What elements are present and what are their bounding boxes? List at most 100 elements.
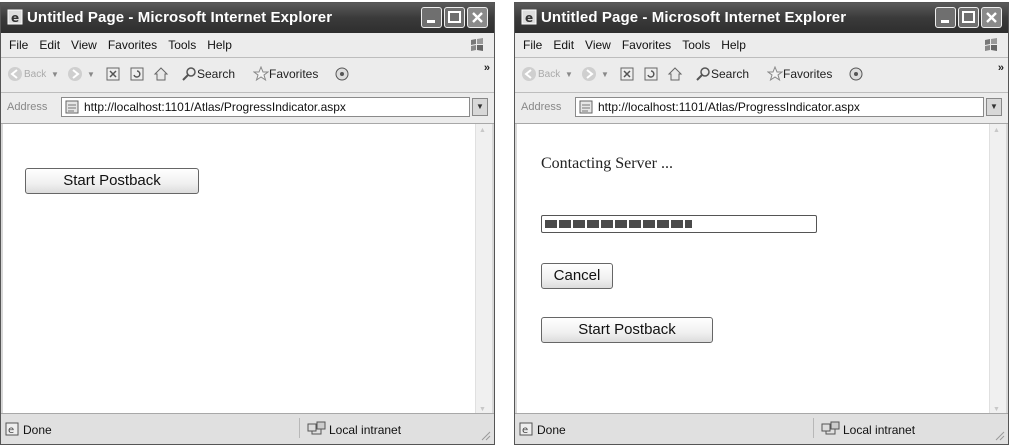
- windows-flag-icon: [471, 38, 483, 51]
- cancel-button[interactable]: Cancel: [541, 263, 613, 289]
- menu-favorites[interactable]: Favorites: [108, 38, 157, 52]
- back-dropdown[interactable]: ▼: [565, 70, 573, 88]
- minimize-button[interactable]: [421, 7, 442, 28]
- local-intranet-icon: [821, 421, 840, 435]
- close-icon: [986, 12, 997, 23]
- star-icon: [252, 65, 270, 82]
- scroll-up-icon[interactable]: ▲: [479, 127, 486, 134]
- stop-button[interactable]: [105, 66, 123, 84]
- menu-file[interactable]: File: [523, 38, 542, 52]
- maximize-button[interactable]: [958, 7, 979, 28]
- vertical-scrollbar[interactable]: ▲ ▼: [989, 124, 1006, 416]
- forward-dropdown[interactable]: ▼: [601, 70, 609, 88]
- menu-help[interactable]: Help: [721, 38, 746, 52]
- start-postback-button[interactable]: Start Postback: [541, 317, 713, 343]
- status-bar: e Done Local intranet: [1, 413, 494, 444]
- menu-edit[interactable]: Edit: [39, 38, 60, 52]
- security-zone: Local intranet: [329, 423, 402, 437]
- standard-toolbar: Back ▼ ▼ Search Favorites »: [1, 58, 494, 93]
- title-bar[interactable]: e Untitled Page - Microsoft Internet Exp…: [515, 3, 1008, 33]
- menu-edit[interactable]: Edit: [553, 38, 574, 52]
- standard-toolbar: Back ▼ ▼ Search Favorites »: [515, 58, 1008, 93]
- media-icon: [849, 67, 863, 81]
- scroll-down-icon[interactable]: ▼: [993, 406, 1000, 413]
- minimize-button[interactable]: [935, 7, 956, 28]
- menu-file[interactable]: File: [9, 38, 28, 52]
- search-button[interactable]: Search: [181, 66, 241, 84]
- menu-tools[interactable]: Tools: [168, 38, 196, 52]
- media-button[interactable]: [848, 66, 866, 84]
- status-text: Done: [537, 423, 566, 437]
- window-title: Untitled Page - Microsoft Internet Explo…: [27, 9, 333, 26]
- back-dropdown[interactable]: ▼: [51, 70, 59, 88]
- stop-button[interactable]: [619, 66, 637, 84]
- forward-button[interactable]: [581, 66, 599, 84]
- refresh-button[interactable]: [129, 66, 147, 84]
- menu-view[interactable]: View: [71, 38, 97, 52]
- scroll-down-icon[interactable]: ▼: [479, 406, 486, 413]
- search-label: Search: [711, 67, 750, 81]
- svg-text:e: e: [11, 11, 19, 25]
- home-button[interactable]: [667, 66, 685, 84]
- back-label: Back: [24, 68, 47, 80]
- menu-view[interactable]: View: [585, 38, 611, 52]
- search-button[interactable]: Search: [695, 66, 755, 84]
- page-done-icon: e: [5, 422, 19, 436]
- back-button[interactable]: Back: [7, 66, 47, 84]
- svg-text:e: e: [8, 425, 14, 436]
- address-label: Address: [7, 101, 48, 113]
- title-bar[interactable]: e Untitled Page - Microsoft Internet Exp…: [1, 3, 494, 33]
- browser-window-progress: e Untitled Page - Microsoft Internet Exp…: [514, 2, 1009, 445]
- home-icon: [153, 67, 169, 81]
- address-bar: Address http://localhost:1101/Atlas/Prog…: [1, 93, 494, 124]
- address-dropdown[interactable]: ▼: [986, 98, 1002, 116]
- search-icon: [182, 67, 196, 81]
- stop-icon: [620, 67, 634, 81]
- back-button[interactable]: Back: [521, 66, 561, 84]
- refresh-button[interactable]: [643, 66, 661, 84]
- forward-button[interactable]: [67, 66, 85, 84]
- page-icon: [65, 100, 79, 114]
- scroll-up-icon[interactable]: ▲: [993, 127, 1000, 134]
- media-icon: [335, 67, 349, 81]
- address-url: http://localhost:1101/Atlas/ProgressIndi…: [598, 100, 860, 114]
- favorites-button[interactable]: Favorites: [766, 65, 842, 84]
- vertical-scrollbar[interactable]: ▲ ▼: [475, 124, 492, 416]
- toolbar-chevron[interactable]: »: [484, 62, 490, 74]
- menu-help[interactable]: Help: [207, 38, 232, 52]
- search-label: Search: [197, 67, 236, 81]
- favorites-button[interactable]: Favorites: [252, 65, 328, 84]
- stop-icon: [106, 67, 120, 81]
- internet-explorer-icon: e: [7, 9, 23, 25]
- address-bar: Address http://localhost:1101/Atlas/Prog…: [515, 93, 1008, 124]
- start-postback-button[interactable]: Start Postback: [25, 168, 199, 194]
- forward-arrow-icon: [582, 67, 596, 81]
- home-button[interactable]: [153, 66, 171, 84]
- close-button[interactable]: [467, 7, 488, 28]
- progress-status-text: Contacting Server ...: [541, 155, 673, 172]
- resize-grip-icon[interactable]: [993, 429, 1005, 441]
- forward-arrow-icon: [68, 67, 82, 81]
- close-icon: [472, 12, 483, 23]
- maximize-icon: [962, 11, 975, 23]
- search-icon: [696, 67, 710, 81]
- resize-grip-icon[interactable]: [479, 429, 491, 441]
- page-icon: [579, 100, 593, 114]
- page-done-icon: e: [519, 422, 533, 436]
- address-input[interactable]: http://localhost:1101/Atlas/ProgressIndi…: [61, 97, 470, 117]
- internet-explorer-icon: e: [521, 9, 537, 25]
- close-button[interactable]: [981, 7, 1002, 28]
- forward-dropdown[interactable]: ▼: [87, 70, 95, 88]
- status-bar: e Done Local intranet: [515, 413, 1008, 444]
- media-button[interactable]: [334, 66, 352, 84]
- menu-favorites[interactable]: Favorites: [622, 38, 671, 52]
- address-input[interactable]: http://localhost:1101/Atlas/ProgressIndi…: [575, 97, 984, 117]
- menu-tools[interactable]: Tools: [682, 38, 710, 52]
- maximize-button[interactable]: [444, 7, 465, 28]
- minimize-icon: [427, 20, 435, 23]
- toolbar-chevron[interactable]: »: [998, 62, 1004, 74]
- address-dropdown[interactable]: ▼: [472, 98, 488, 116]
- menu-bar: File Edit View Favorites Tools Help: [1, 33, 494, 58]
- back-arrow-icon: [8, 67, 22, 81]
- back-arrow-icon: [522, 67, 536, 81]
